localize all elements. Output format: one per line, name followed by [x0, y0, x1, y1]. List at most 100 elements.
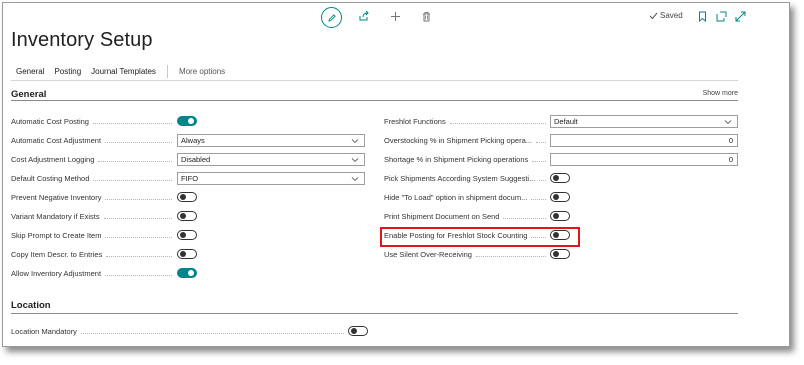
toggle-knob [553, 251, 559, 257]
dot-leader [539, 179, 546, 181]
dot-leader [98, 160, 172, 162]
overstocking-percent-input[interactable]: 0 [550, 134, 738, 147]
field-label: Cost Adjustment Logging [11, 154, 95, 164]
print-shipment-document-toggle[interactable] [550, 211, 570, 221]
tab-more-options[interactable]: More options [174, 67, 230, 76]
dot-leader [105, 198, 172, 200]
field-prevent-negative-inventory: Prevent Negative Inventory [11, 190, 176, 204]
show-more-link[interactable]: Show more [703, 90, 738, 97]
copy-item-descr-toggle[interactable] [177, 249, 197, 259]
pick-shipments-toggle[interactable] [550, 173, 570, 183]
dot-leader [536, 141, 546, 143]
share-icon [359, 10, 369, 21]
field-label: Location Mandatory [11, 326, 77, 336]
chevron-down-icon [351, 139, 359, 144]
cost-adjustment-logging-select[interactable]: Disabled [177, 153, 365, 166]
trash-icon [422, 11, 430, 21]
tab-divider [166, 65, 168, 78]
toggle-knob [180, 232, 186, 238]
field-allow-inventory-adjustment: Allow Inventory Adjustment [11, 266, 176, 280]
toggle-knob [180, 194, 186, 200]
open-new-window-button[interactable] [714, 9, 728, 23]
dot-leader [92, 122, 172, 124]
prevent-negative-inventory-toggle[interactable] [177, 192, 197, 202]
tab-journal-templates[interactable]: Journal Templates [86, 67, 161, 76]
dot-leader [503, 217, 546, 219]
field-label: Skip Prompt to Create Item [11, 230, 102, 240]
hide-to-load-toggle[interactable] [550, 192, 570, 202]
automatic-cost-posting-toggle[interactable] [177, 116, 197, 126]
plus-icon [390, 11, 400, 21]
action-tabs: General Posting Journal Templates More o… [11, 63, 738, 81]
pencil-icon [327, 13, 336, 22]
share-button[interactable] [357, 9, 371, 23]
edit-button[interactable] [321, 7, 342, 28]
location-mandatory-toggle[interactable] [348, 326, 368, 336]
highlight-box [380, 227, 580, 247]
field-label: Variant Mandatory if Exists [11, 211, 100, 221]
variant-mandatory-toggle[interactable] [177, 211, 197, 221]
chevron-down-icon [351, 177, 359, 182]
field-cost-adjustment-logging: Cost Adjustment Logging [11, 152, 176, 166]
dot-leader [475, 255, 546, 257]
skip-prompt-create-item-toggle[interactable] [177, 230, 197, 240]
section-general[interactable]: General Show more [11, 89, 738, 101]
dot-leader [103, 217, 172, 219]
select-value: Default [554, 117, 578, 126]
checkmark-icon [649, 12, 658, 19]
bookmark-icon [698, 11, 706, 22]
field-label: Allow Inventory Adjustment [11, 268, 102, 278]
field-use-silent-over-receiving: Use Silent Over-Receiving [384, 247, 550, 261]
field-label: Shortage % in Shipment Picking operation… [384, 154, 529, 164]
section-location-title: Location [11, 300, 51, 311]
default-costing-method-select[interactable]: FIFO [177, 172, 365, 185]
field-label: Overstocking % in Shipment Picking opera… [384, 135, 532, 145]
field-shortage-percent: Shortage % in Shipment Picking operation… [384, 152, 550, 166]
dot-leader [105, 274, 172, 276]
input-value: 0 [728, 136, 733, 145]
field-label: Prevent Negative Inventory [11, 192, 102, 202]
dot-leader [105, 141, 172, 143]
select-value: Disabled [181, 155, 211, 164]
toggle-knob [188, 118, 194, 124]
field-label: Print Shipment Document on Send [384, 211, 500, 221]
new-button[interactable] [388, 9, 402, 23]
field-hide-to-load: Hide "To Load" option in shipment docum.… [384, 190, 550, 204]
expand-button[interactable] [733, 9, 747, 23]
section-general-title: General [11, 89, 47, 100]
bookmark-button[interactable] [695, 9, 709, 23]
field-label: Use Silent Over-Receiving [384, 249, 472, 259]
allow-inventory-adjustment-toggle[interactable] [177, 268, 197, 278]
tab-general[interactable]: General [11, 67, 49, 76]
field-overstocking-percent: Overstocking % in Shipment Picking opera… [384, 133, 550, 147]
field-automatic-cost-posting: Automatic Cost Posting [11, 114, 176, 128]
field-label: Default Costing Method [11, 173, 90, 183]
toggle-knob [351, 328, 357, 334]
delete-button[interactable] [419, 9, 433, 23]
field-label: Copy Item Descr. to Entries [11, 249, 103, 259]
dot-leader [93, 179, 172, 181]
page-frame: Saved Inventory Setup General Posting Jo… [2, 2, 790, 347]
field-pick-shipments: Pick Shipments According System Suggesti… [384, 171, 550, 185]
freshlot-functions-select[interactable]: Default [550, 115, 738, 128]
field-label: Freshlot Functions [384, 116, 446, 126]
field-variant-mandatory: Variant Mandatory if Exists [11, 209, 176, 223]
dot-leader [105, 236, 172, 238]
field-default-costing-method: Default Costing Method [11, 171, 176, 185]
field-label: Pick Shipments According System Suggesti… [384, 173, 536, 183]
expand-icon [735, 11, 745, 21]
dot-leader [531, 198, 546, 200]
automatic-cost-adjustment-select[interactable]: Always [177, 134, 365, 147]
section-location[interactable]: Location [11, 300, 738, 314]
dot-leader [106, 255, 172, 257]
toggle-knob [180, 213, 186, 219]
dot-leader [532, 160, 546, 162]
chevron-down-icon [724, 120, 732, 125]
field-copy-item-descr: Copy Item Descr. to Entries [11, 247, 176, 261]
field-freshlot-functions: Freshlot Functions [384, 114, 550, 128]
tab-posting[interactable]: Posting [49, 67, 86, 76]
use-silent-over-receiving-toggle[interactable] [550, 249, 570, 259]
shortage-percent-input[interactable]: 0 [550, 153, 738, 166]
dot-leader [449, 122, 546, 124]
select-value: Always [181, 136, 205, 145]
